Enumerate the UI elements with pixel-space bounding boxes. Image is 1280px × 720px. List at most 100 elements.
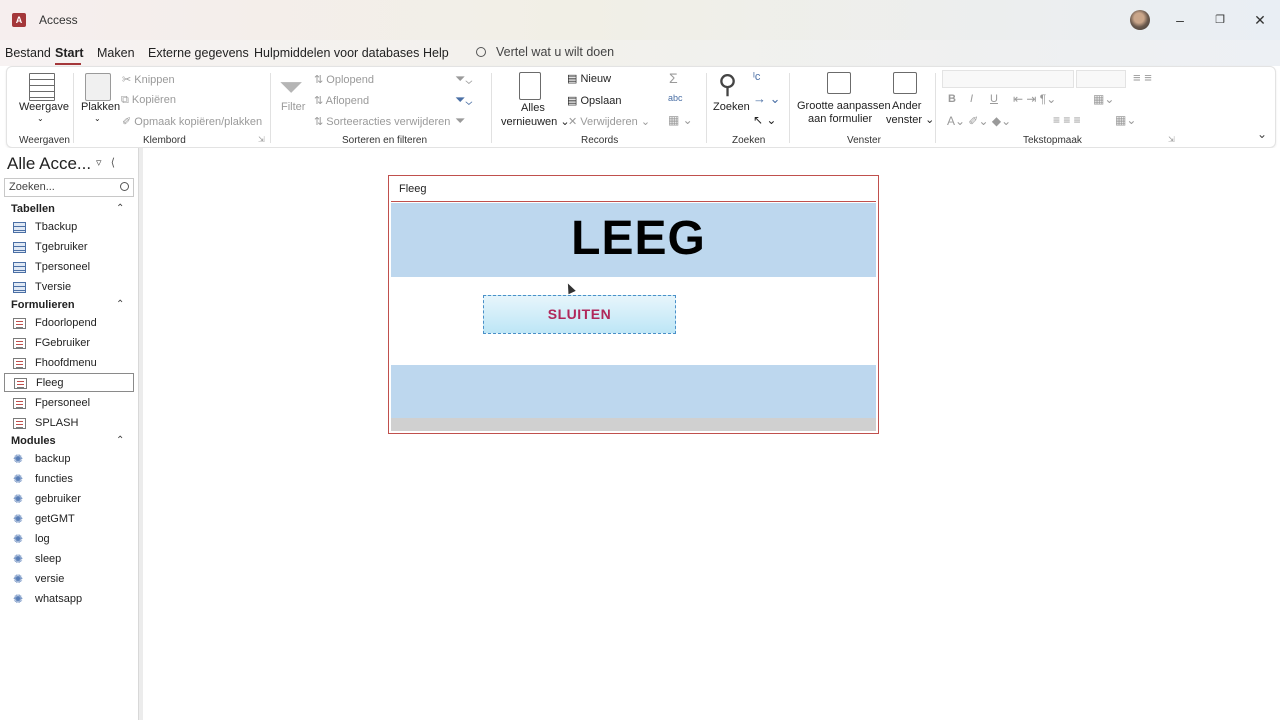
minimize-icon[interactable]: –	[1168, 8, 1192, 32]
scissors-icon: ✂	[122, 74, 132, 86]
nav-item-fhoofdmenu[interactable]: Fhoofdmenu	[4, 354, 134, 373]
new-record-button[interactable]: ▤ Nieuw	[567, 72, 611, 85]
nav-item-gebruiker[interactable]: ✺ gebruiker	[4, 490, 134, 509]
collapse-ribbon-icon[interactable]: ⌄	[1257, 127, 1267, 141]
spelling-icon[interactable]: abc	[668, 93, 683, 103]
restore-icon[interactable]: ❐	[1208, 8, 1232, 32]
totals-icon[interactable]: Σ	[669, 70, 678, 86]
filter-button[interactable]: Filter	[281, 101, 305, 113]
nav-item-versie[interactable]: ✺ versie	[4, 570, 134, 589]
nav-item-getgmt[interactable]: ✺ getGMT	[4, 510, 134, 529]
nav-item-tbackup[interactable]: Tbackup	[4, 218, 134, 237]
menu-hulpmiddelen[interactable]: Hulpmiddelen voor databases	[254, 46, 419, 60]
nav-item-tgebruiker[interactable]: Tgebruiker	[4, 238, 134, 257]
chevron-up-icon[interactable]: ⌃	[116, 203, 124, 214]
bold-button[interactable]: B	[948, 93, 956, 105]
nav-item-sleep[interactable]: ✺ sleep	[4, 550, 134, 569]
menu-help[interactable]: Help	[423, 46, 449, 60]
gridlines-icon[interactable]: ▦⌄	[1093, 92, 1114, 106]
nav-item-tversie[interactable]: Tversie	[4, 278, 134, 297]
replace-icon[interactable]: ᴵc	[753, 71, 760, 83]
refresh-all-label-1[interactable]: Alles	[521, 102, 545, 114]
group-formulieren[interactable]: Formulieren	[11, 299, 75, 311]
nav-item-label: versie	[35, 573, 65, 585]
sort-descending-button[interactable]: ⇅ Aflopend	[314, 94, 369, 107]
refresh-all-icon	[519, 72, 541, 100]
dialog-launcher-icon[interactable]: ⇲	[1168, 135, 1175, 144]
nav-item-backup[interactable]: ✺ backup	[4, 450, 134, 469]
table-icon	[13, 242, 26, 253]
save-button[interactable]: ▤ Opslaan	[567, 94, 621, 107]
nav-search-input[interactable]: Zoeken...	[4, 178, 134, 197]
view-icon	[29, 73, 55, 101]
copy-button[interactable]: ⧉ Kopiëren	[121, 94, 176, 107]
group-tabellen[interactable]: Tabellen	[11, 203, 55, 215]
chevron-up-icon[interactable]: ⌃	[116, 299, 124, 310]
nav-item-tpersoneel[interactable]: Tpersoneel	[4, 258, 134, 277]
nav-item-log[interactable]: ✺ log	[4, 530, 134, 549]
size-to-fit-label-2[interactable]: aan formulier	[808, 113, 872, 125]
nav-item-fpersoneel[interactable]: Fpersoneel	[4, 394, 134, 413]
menu-bestand[interactable]: Bestand	[5, 46, 51, 60]
switch-window-icon	[893, 72, 917, 94]
switch-window-button[interactable]: Ander	[892, 100, 921, 112]
sort-ascending-button[interactable]: ⇅ Oplopend	[314, 73, 374, 86]
close-icon[interactable]: ✕	[1248, 8, 1272, 32]
nav-menu-icon[interactable]: ▿ ⟨	[96, 156, 115, 169]
ribbon-divider	[491, 73, 492, 143]
font-name-select[interactable]	[942, 70, 1074, 88]
nav-item-whatsapp[interactable]: ✺ whatsapp	[4, 590, 134, 609]
close-form-button-label: SLUITEN	[547, 306, 612, 322]
chevron-down-icon[interactable]: ⌄	[94, 114, 101, 123]
selection-filter-icon[interactable]: ⏷⌄	[455, 71, 472, 87]
menu-start[interactable]: Start	[55, 46, 83, 60]
nav-item-fgebruiker[interactable]: FGebruiker	[4, 334, 134, 353]
tell-me-search[interactable]: Vertel wat u wilt doen	[476, 45, 614, 59]
bullets-icon[interactable]: ≡ ≡	[1133, 70, 1152, 85]
cut-button[interactable]: ✂ Knippen	[122, 73, 175, 86]
find-button[interactable]: Zoeken	[713, 101, 750, 113]
italic-button[interactable]: I	[970, 93, 973, 105]
paste-button[interactable]: Plakken	[81, 101, 120, 113]
dialog-launcher-icon[interactable]: ⇲	[258, 135, 265, 144]
form-icon	[14, 378, 27, 389]
nav-item-fleeg[interactable]: Fleeg	[4, 373, 134, 392]
remove-sort-button[interactable]: ⇅ Sorteeracties verwijderen	[314, 115, 450, 128]
font-size-select[interactable]	[1076, 70, 1126, 88]
paste-icon	[85, 73, 111, 101]
switch-window-label[interactable]: venster ⌄	[886, 113, 934, 126]
group-modules[interactable]: Modules	[11, 435, 56, 447]
close-form-button[interactable]: SLUITEN	[483, 295, 676, 334]
group-label-klembord: Klembord	[143, 135, 186, 146]
module-icon: ✺	[13, 532, 24, 546]
format-painter-button[interactable]: ✐ Opmaak kopiëren/plakken	[122, 115, 262, 128]
more-records-icon[interactable]: ▦ ⌄	[668, 113, 693, 127]
select-icon[interactable]: ↖ ⌄	[753, 113, 776, 127]
menu-maken[interactable]: Maken	[97, 46, 135, 60]
goto-icon[interactable]: → ⌄	[753, 91, 781, 107]
font-color-icon[interactable]: A⌄ ✐⌄ ◆⌄	[947, 114, 1011, 128]
form-heading: LEEG	[571, 212, 706, 265]
form-icon	[13, 358, 26, 369]
chevron-down-icon[interactable]: ⌄	[37, 114, 44, 123]
user-avatar[interactable]	[1130, 10, 1150, 30]
underline-button[interactable]: U	[990, 93, 998, 105]
refresh-all-button[interactable]: vernieuwen ⌄	[501, 115, 570, 128]
chevron-up-icon[interactable]: ⌃	[116, 435, 124, 446]
nav-item-fdoorlopend[interactable]: Fdoorlopend	[4, 314, 134, 333]
conditional-format-icon[interactable]: ▦⌄	[1115, 113, 1136, 127]
menu-externe-gegevens[interactable]: Externe gegevens	[148, 46, 249, 60]
nav-search-placeholder: Zoeken...	[9, 181, 55, 193]
nav-item-label: Fpersoneel	[35, 397, 91, 409]
size-to-fit-button[interactable]: Grootte aanpassen	[797, 100, 891, 112]
delete-button[interactable]: ✕ Verwijderen ⌄	[568, 115, 650, 128]
advanced-filter-icon[interactable]: ⏷⌄	[455, 92, 472, 108]
align-icon[interactable]: ≡ ≡ ≡	[1053, 113, 1081, 127]
nav-title[interactable]: Alle Acce...	[7, 154, 91, 174]
toggle-filter-icon[interactable]: ⏷	[455, 113, 465, 129]
view-button[interactable]: Weergave	[19, 101, 69, 113]
indent-icon[interactable]: ⇤ ⇥ ¶⌄	[1013, 92, 1056, 106]
nav-item-functies[interactable]: ✺ functies	[4, 470, 134, 489]
ribbon-divider	[706, 73, 707, 143]
nav-item-splash[interactable]: SPLASH	[4, 414, 134, 433]
